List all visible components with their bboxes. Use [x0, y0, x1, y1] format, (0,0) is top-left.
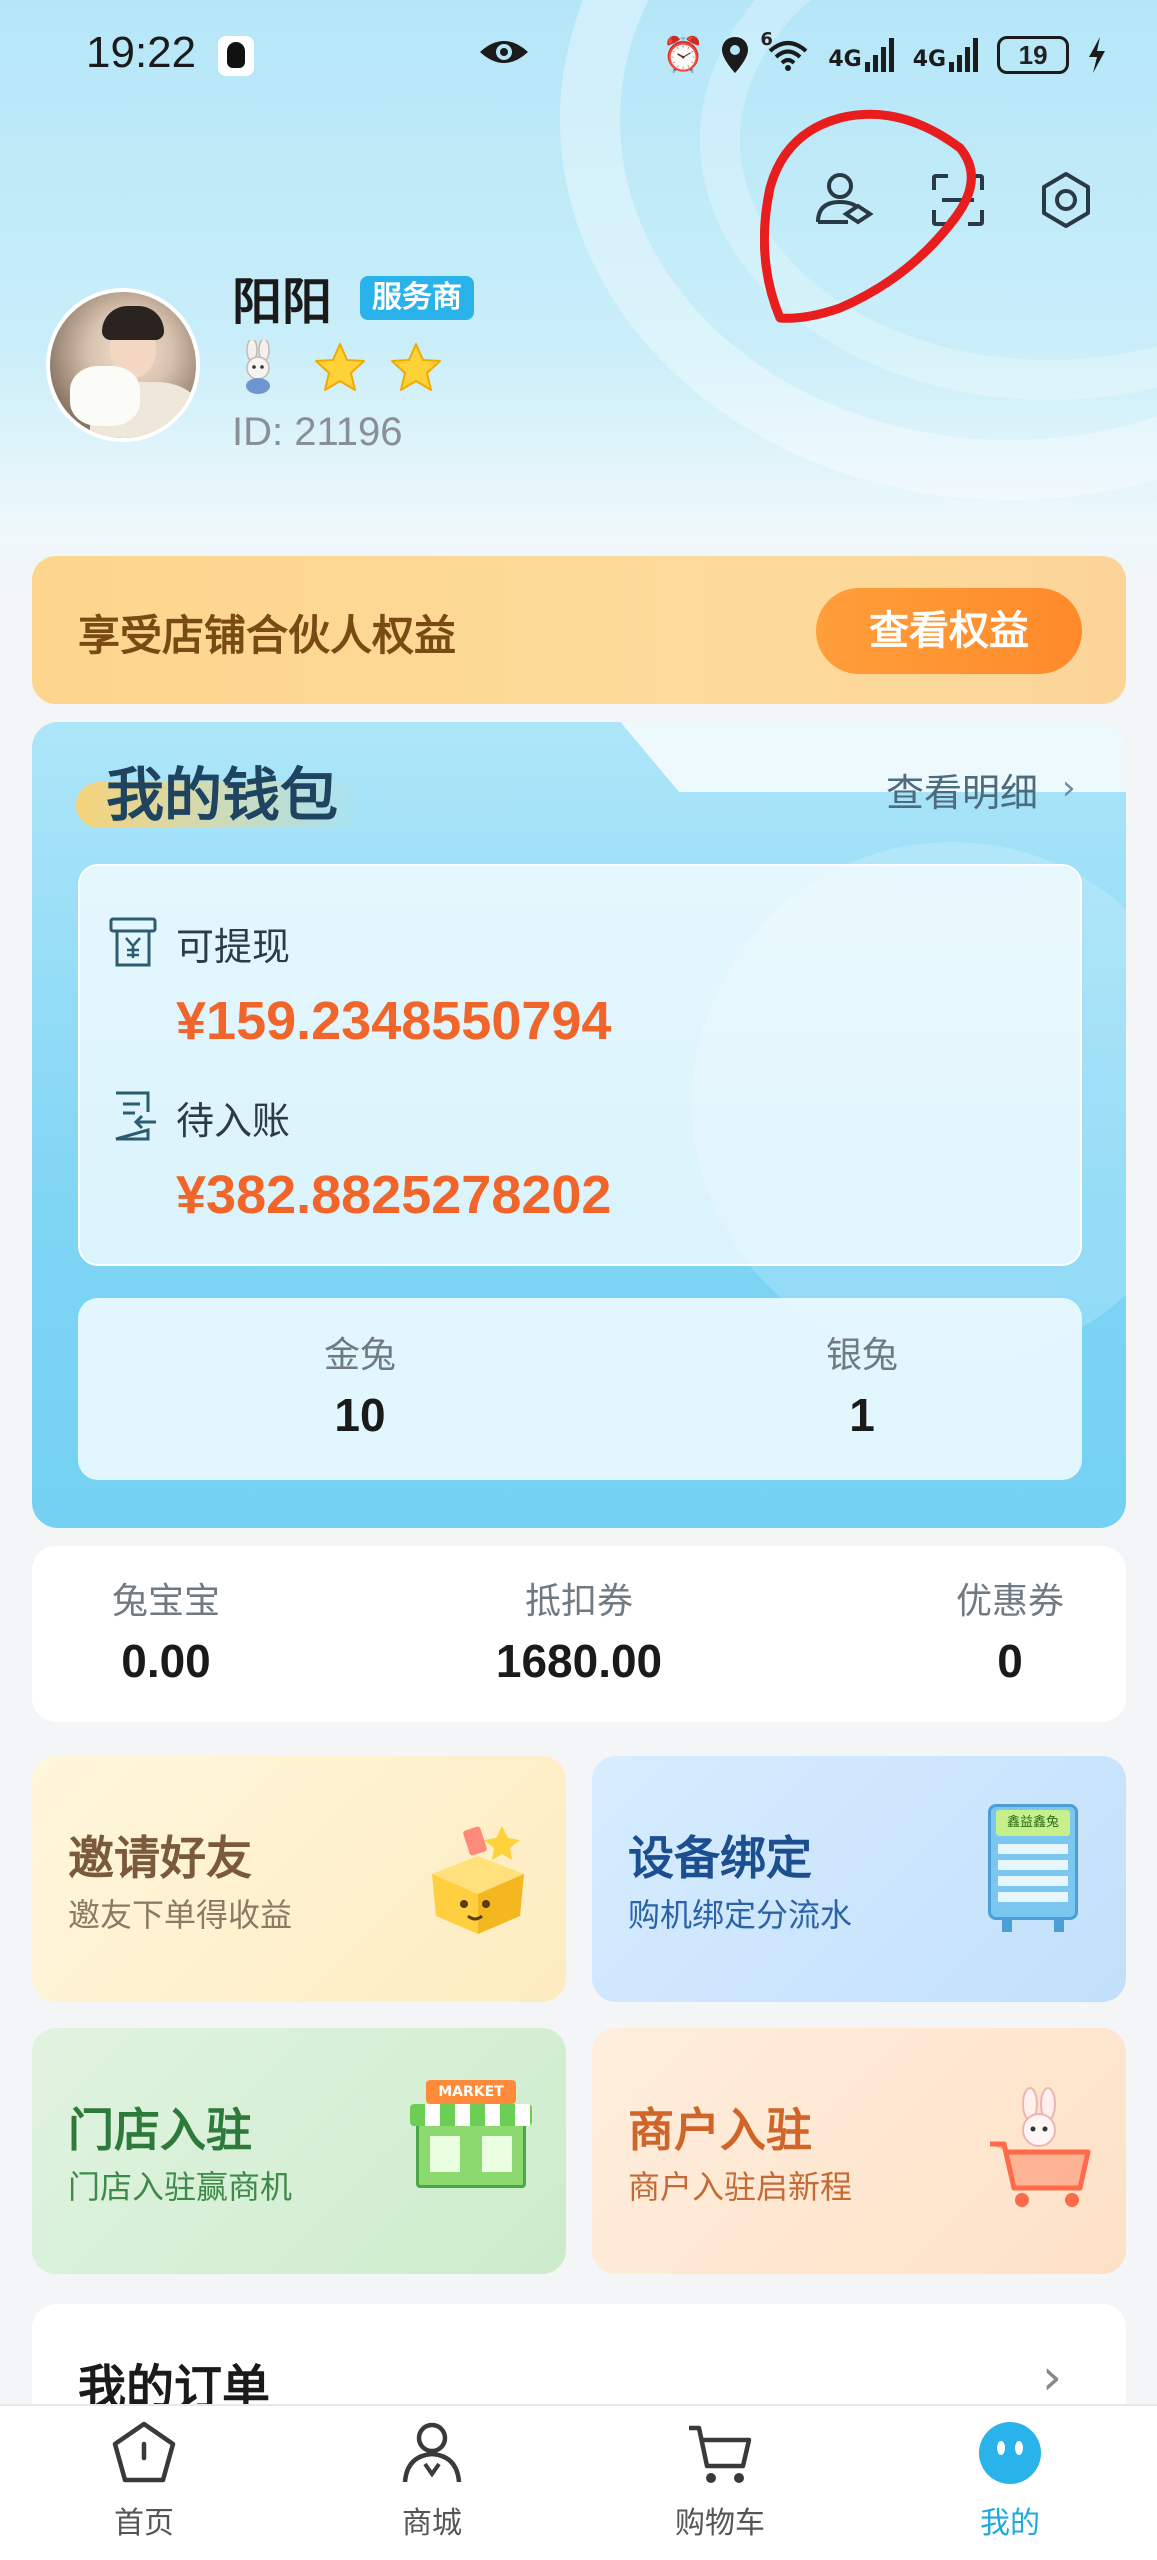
- star-icon: [315, 343, 365, 391]
- partner-banner[interactable]: 享受店铺合伙人权益 查看权益: [32, 556, 1126, 704]
- device-binding-tile[interactable]: 设备绑定 购机绑定分流水 鑫益鑫兔: [592, 1756, 1126, 2002]
- status-icons: ⏰ 6 4G 4G 19: [662, 29, 1107, 80]
- settings-icon: [1042, 172, 1090, 228]
- gift-box-icon: [432, 1826, 524, 1934]
- profile-face-icon: [979, 2422, 1041, 2484]
- annotation-circle: [760, 109, 976, 323]
- role-badge: 服务商: [360, 276, 474, 320]
- assets-stats-card: 兔宝宝 0.00 抵扣券 1680.00 优惠券 0: [32, 1546, 1126, 1722]
- nav-cart-label: 购物车: [675, 2506, 765, 2541]
- pending-amount: ¥382.8825278202: [176, 1165, 612, 1225]
- chevron-right-icon[interactable]: ›: [1062, 768, 1076, 808]
- withdrawable-label: 可提现: [176, 925, 291, 969]
- alarm-icon: ⏰: [662, 35, 705, 75]
- tubaobao-value: 0.00: [121, 1635, 211, 1687]
- store-entry-subtitle: 门店入驻赢商机: [68, 2168, 293, 2206]
- status-bar: 19:22 ⏰ 6 4G 4G 19: [0, 0, 1157, 110]
- invite-friends-tile[interactable]: 邀请好友 邀友下单得收益: [32, 1756, 566, 2002]
- device-screen: 鑫益鑫兔: [996, 1810, 1070, 1836]
- wallet-tab-decor: [612, 722, 1126, 792]
- nav-mall-label: 商城: [402, 2506, 462, 2541]
- market-sign: MARKET: [426, 2080, 516, 2104]
- merchant-entry-title: 商户入驻: [628, 2103, 812, 2157]
- coupon-stat[interactable]: 优惠券 0: [930, 1572, 1090, 1688]
- rabbit-coin-box: 金兔 10 银兔 1: [78, 1298, 1082, 1480]
- bottom-nav: 首页 商城 购物车 我的: [0, 2404, 1157, 2560]
- voucher-label: 抵扣券: [524, 1581, 633, 1622]
- power-bank-cabinet-icon: 鑫益鑫兔: [988, 1804, 1078, 1934]
- invite-friends-title: 邀请好友: [68, 1831, 252, 1885]
- user-name: 阳阳: [232, 273, 332, 331]
- market-store-icon: MARKET: [406, 2074, 536, 2204]
- pending-icon: [115, 1091, 156, 1141]
- store-entry-tile[interactable]: 门店入驻 门店入驻赢商机 MARKET: [32, 2028, 566, 2274]
- qq-icon: [218, 36, 254, 76]
- device-binding-subtitle: 购机绑定分流水: [628, 1896, 853, 1934]
- pending-label: 待入账: [176, 1099, 291, 1143]
- avatar[interactable]: [46, 288, 200, 442]
- chevron-right-icon[interactable]: ›: [1042, 2348, 1062, 2406]
- store-entry-title: 门店入驻: [68, 2103, 252, 2157]
- mall-icon: [402, 2422, 462, 2483]
- cart-icon: [689, 2425, 752, 2483]
- user-id: ID: 21196: [232, 410, 403, 454]
- gold-rabbit[interactable]: 金兔 10: [210, 1326, 510, 1442]
- nav-home-label: 首页: [114, 2506, 174, 2541]
- signal-icon: 4G: [913, 38, 979, 72]
- view-benefits-button[interactable]: 查看权益: [816, 588, 1082, 674]
- rabbit-icon: [246, 340, 270, 394]
- nav-mine-label: 我的: [980, 2506, 1040, 2541]
- settings-button[interactable]: [1032, 166, 1100, 234]
- silver-rabbit-value: 1: [849, 1389, 875, 1441]
- gold-rabbit-value: 10: [334, 1389, 386, 1441]
- nav-mine[interactable]: 我的: [910, 2418, 1110, 2542]
- network-type-2: 4G: [912, 47, 947, 72]
- tubaobao-label: 兔宝宝: [111, 1581, 220, 1622]
- device-binding-title: 设备绑定: [628, 1831, 812, 1885]
- gold-rabbit-label: 金兔: [323, 1335, 396, 1376]
- invite-friends-subtitle: 邀友下单得收益: [68, 1896, 293, 1934]
- location-icon: [722, 37, 749, 73]
- nav-cart[interactable]: 购物车: [620, 2418, 820, 2542]
- voucher-value: 1680.00: [495, 1635, 663, 1687]
- wifi-badge: 6: [760, 29, 773, 50]
- silver-rabbit-label: 银兔: [825, 1335, 898, 1376]
- wallet-card: 我的钱包 查看明细 › 可提现 ¥159.2348550794 待入账 ¥382…: [32, 722, 1126, 1528]
- balance-box: 可提现 ¥159.2348550794 待入账 ¥382.8825278202: [78, 864, 1082, 1266]
- coupon-value: 0: [997, 1635, 1023, 1687]
- silver-rabbit[interactable]: 银兔 1: [712, 1326, 1012, 1442]
- network-type-1: 4G: [828, 47, 862, 72]
- rabbit-shopping-cart-icon: [990, 2087, 1091, 2207]
- battery-icon: 19: [997, 36, 1070, 74]
- wifi-icon: 6: [760, 29, 810, 73]
- status-time: 19:22: [86, 28, 197, 77]
- merchant-entry-tile[interactable]: 商户入驻 商户入驻启新程: [592, 2028, 1126, 2274]
- withdrawable-amount: ¥159.2348550794: [176, 991, 612, 1051]
- wallet-detail-link[interactable]: 查看明细: [886, 762, 1038, 817]
- wallet-title: 我的钱包: [106, 761, 339, 829]
- withdraw-icon: [109, 917, 157, 967]
- eye-icon: [480, 41, 528, 63]
- coupon-label: 优惠券: [955, 1581, 1064, 1622]
- partner-banner-text: 享受店铺合伙人权益: [78, 611, 457, 660]
- tubaobao-stat[interactable]: 兔宝宝 0.00: [76, 1572, 256, 1688]
- charging-icon: [1089, 37, 1106, 73]
- merchant-entry-subtitle: 商户入驻启新程: [628, 2168, 853, 2206]
- voucher-stat[interactable]: 抵扣券 1680.00: [449, 1572, 709, 1688]
- star-icon: [391, 343, 441, 391]
- signal-icon: 4G: [828, 38, 894, 72]
- nav-home[interactable]: 首页: [44, 2418, 244, 2542]
- nav-mall[interactable]: 商城: [332, 2418, 532, 2542]
- home-icon: [112, 2421, 176, 2483]
